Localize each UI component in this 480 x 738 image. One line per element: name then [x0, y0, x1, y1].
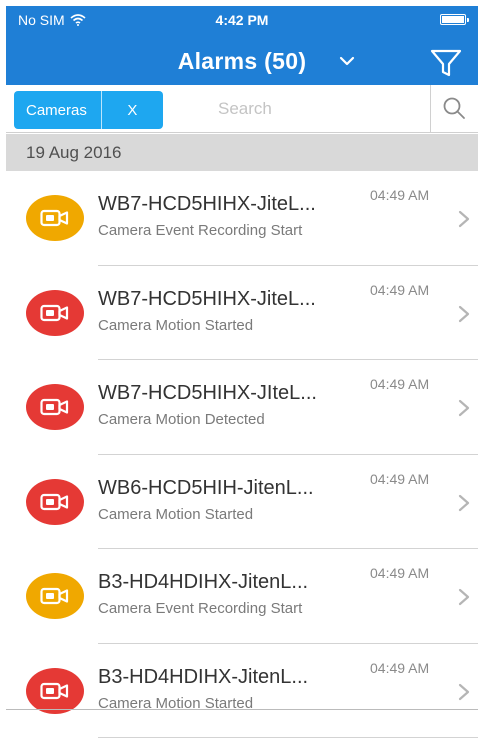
search-bar: Cameras X [6, 85, 478, 133]
chevron-right-icon [457, 209, 471, 234]
camera-alarm-icon [26, 573, 84, 619]
chevron-right-icon [457, 587, 471, 612]
search-icon[interactable] [431, 85, 478, 132]
alarm-time: 04:49 AM [370, 187, 429, 203]
date-label: 19 Aug 2016 [26, 143, 121, 163]
chevron-down-icon[interactable] [336, 54, 358, 68]
alarm-list: WB7-HCD5HIHX-JiteL... Camera Event Record… [6, 171, 478, 738]
alarm-title: B3-HD4HDIHX-JitenL... [98, 666, 368, 689]
alarm-time: 04:49 AM [370, 565, 429, 581]
chevron-right-icon [457, 493, 471, 518]
alarm-time: 04:49 AM [370, 660, 429, 676]
camera-alarm-icon [26, 195, 84, 241]
alarm-row[interactable]: WB6-HCD5HIH-JitenL... Camera Motion Start… [6, 455, 478, 550]
alarm-time: 04:49 AM [370, 282, 429, 298]
filter-chip-cameras[interactable]: Cameras X [14, 91, 163, 129]
status-bar: No SIM 4:42 PM [6, 6, 478, 32]
camera-alarm-icon [26, 668, 84, 714]
page-title[interactable]: Alarms (50) [6, 48, 478, 75]
alarm-time: 04:49 AM [370, 376, 429, 392]
alarm-title: WB7-HCD5HIHX-JiteL... [98, 193, 368, 216]
camera-alarm-icon [26, 290, 84, 336]
camera-alarm-icon [26, 479, 84, 525]
alarm-title: WB7-HCD5HIHX-JiteL... [98, 288, 368, 311]
filter-funnel-icon[interactable] [428, 46, 464, 80]
alarm-subtitle: Camera Event Recording Start [98, 600, 368, 617]
alarm-title: WB6-HCD5HIH-JitenL... [98, 477, 368, 500]
app-header: No SIM 4:42 PM Alarms (50) [6, 6, 478, 85]
bottom-divider [6, 709, 478, 710]
title-row: Alarms (50) [6, 42, 478, 82]
filter-chip-label: Cameras [14, 91, 102, 129]
alarm-subtitle: Camera Motion Started [98, 506, 368, 523]
alarm-subtitle: Camera Event Recording Start [98, 222, 368, 239]
alarm-row[interactable]: B3-HD4HDIHX-JitenL... Camera Event Record… [6, 549, 478, 644]
alarm-subtitle: Camera Motion Started [98, 317, 368, 334]
date-section-header: 19 Aug 2016 [6, 134, 478, 171]
status-time: 4:42 PM [6, 12, 478, 28]
alarm-title: B3-HD4HDIHX-JitenL... [98, 571, 368, 594]
alarm-row[interactable]: B3-HD4HDIHX-JitenL...Camera Motion Start… [6, 644, 478, 738]
battery-icon [440, 14, 466, 25]
alarm-row[interactable]: WB7-HCD5HIHX-JiteL... Camera Event Record… [6, 171, 478, 266]
alarm-subtitle: Camera Motion Detected [98, 411, 368, 428]
filter-chip-clear-button[interactable]: X [102, 91, 163, 129]
camera-alarm-icon [26, 384, 84, 430]
alarm-row[interactable]: WB7-HCD5HIHX-JIteL... Camera Motion Detec… [6, 360, 478, 455]
alarm-title: WB7-HCD5HIHX-JIteL... [98, 382, 368, 405]
chevron-right-icon [457, 398, 471, 423]
chevron-right-icon [457, 304, 471, 329]
alarm-time: 04:49 AM [370, 471, 429, 487]
chevron-right-icon [457, 682, 471, 707]
search-input[interactable] [174, 93, 420, 125]
alarm-row[interactable]: WB7-HCD5HIHX-JiteL... Camera Motion Start… [6, 266, 478, 361]
